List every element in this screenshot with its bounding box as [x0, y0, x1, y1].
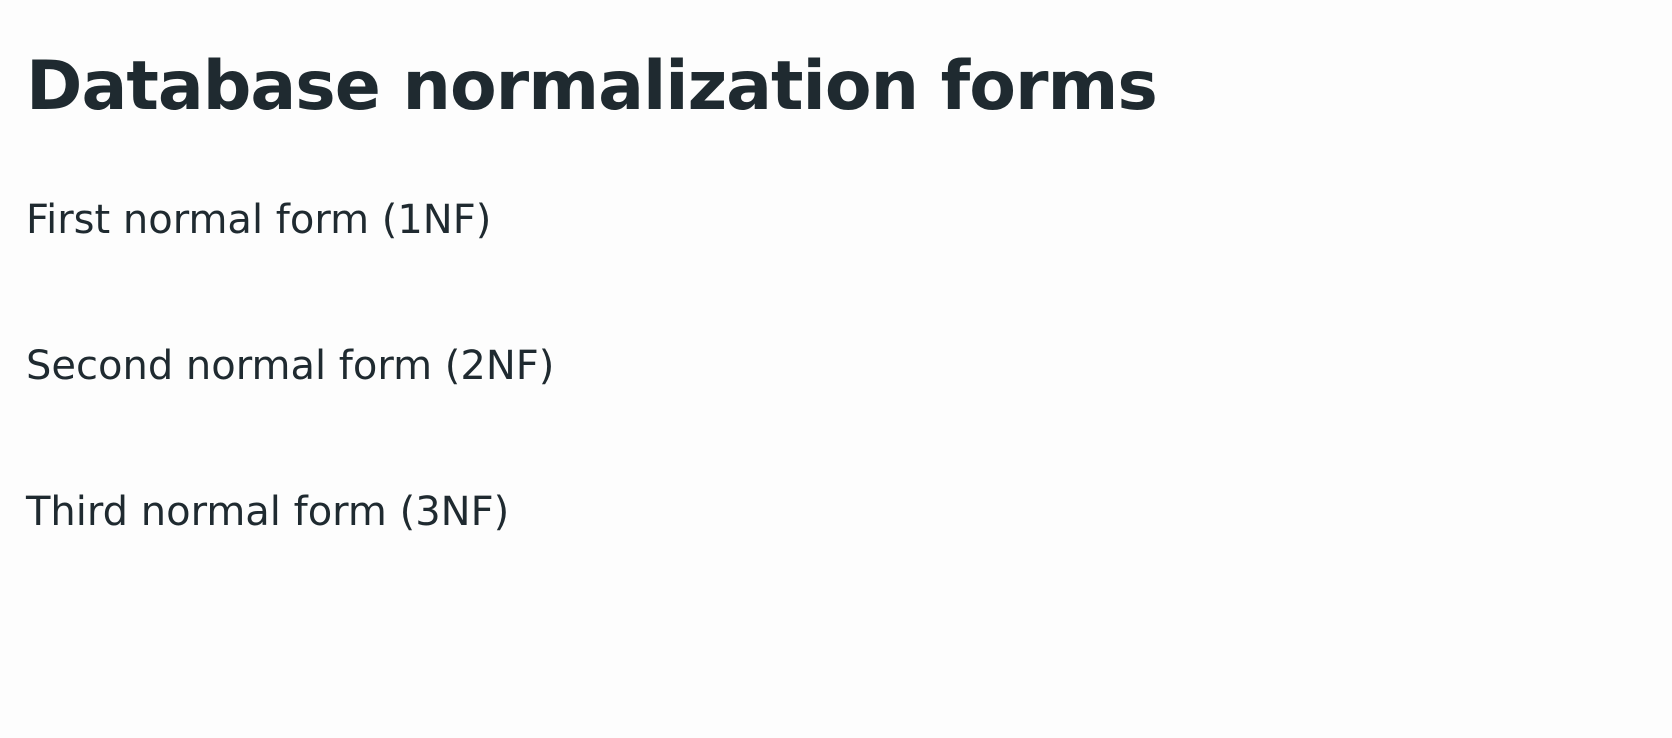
list-item-3nf: Third normal form (3NF)	[26, 489, 510, 535]
slide: Database normalization forms First norma…	[0, 0, 1672, 738]
list-item-1nf: First normal form (1NF)	[26, 197, 492, 243]
list-item-2nf: Second normal form (2NF)	[26, 343, 555, 389]
normal-forms-list: First normal form (1NF) Second normal fo…	[26, 192, 554, 630]
slide-title: Database normalization forms	[26, 47, 1158, 126]
